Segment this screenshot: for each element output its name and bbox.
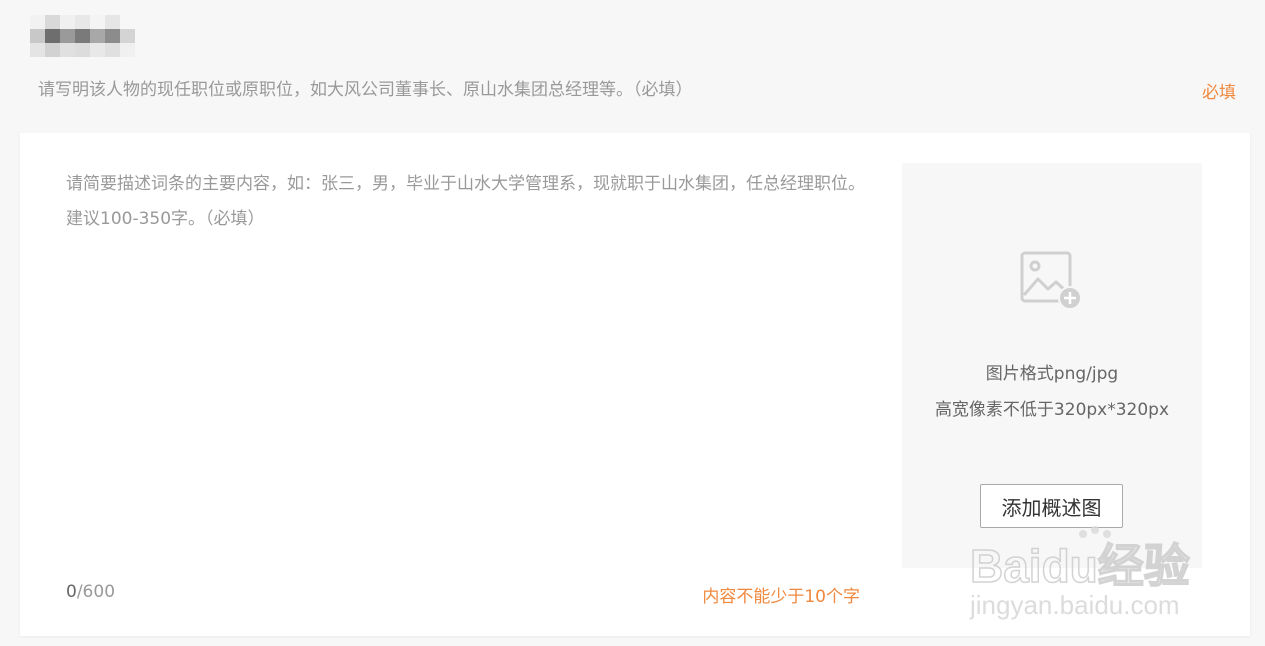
add-summary-image-button[interactable]: 添加概述图: [980, 484, 1123, 528]
word-count-max: /600: [76, 582, 116, 602]
error-message: 内容不能少于10个字: [702, 587, 860, 607]
summary-card: 0/600 内容不能少于10个字 图片格式png/jpg 高宽像素不低于320p…: [20, 133, 1250, 636]
summary-textarea[interactable]: [66, 167, 866, 567]
position-input[interactable]: [38, 76, 1158, 104]
summary-image-panel: 图片格式png/jpg 高宽像素不低于320px*320px 添加概述图: [902, 163, 1202, 568]
image-format-hint: 图片格式png/jpg: [985, 364, 1119, 384]
word-count-current: 0: [66, 582, 77, 602]
blurred-avatar: [30, 15, 135, 57]
image-add-icon[interactable]: [1020, 251, 1084, 313]
position-row: 必填: [0, 70, 1265, 110]
image-size-hint: 高宽像素不低于320px*320px: [934, 400, 1170, 420]
required-label: 必填: [1202, 83, 1236, 103]
word-count: 0/600: [66, 582, 115, 602]
